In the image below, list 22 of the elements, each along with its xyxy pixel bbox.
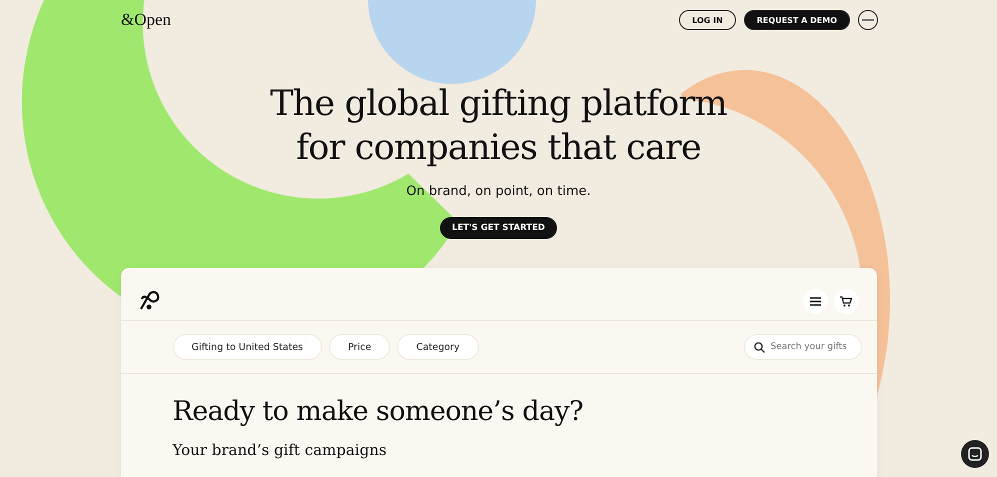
- cart-button[interactable]: [834, 288, 858, 314]
- filter-button[interactable]: Category: [397, 334, 479, 360]
- login-button[interactable]: LOG IN: [679, 10, 736, 30]
- hero-subtitle: On brand, on point, on time.: [406, 184, 591, 199]
- get-started-button[interactable]: LET'S GET STARTED: [440, 217, 557, 239]
- minus-icon: [862, 18, 874, 22]
- menu-icon: [810, 296, 820, 306]
- logo[interactable]: &Open: [121, 10, 172, 30]
- filter-button[interactable]: Gifting to United States: [172, 334, 322, 360]
- section-subheading: Your brand’s gift campaigns: [172, 441, 388, 459]
- chat-button[interactable]: [961, 440, 989, 468]
- menu-button[interactable]: [802, 288, 828, 314]
- logo-icon: [138, 291, 160, 311]
- hero-title: The global gifting platform for companies that care: [270, 83, 727, 170]
- request-demo-button[interactable]: REQUEST A DEMO: [744, 10, 850, 30]
- filter-button[interactable]: Price: [329, 334, 390, 360]
- chat-icon: [968, 447, 982, 461]
- menu-button[interactable]: [858, 10, 878, 30]
- search-field[interactable]: Search your gifts: [744, 334, 862, 360]
- cart-icon: [840, 296, 852, 306]
- search-icon: [754, 342, 764, 353]
- section-heading: Ready to make someone’s day?: [172, 396, 584, 427]
